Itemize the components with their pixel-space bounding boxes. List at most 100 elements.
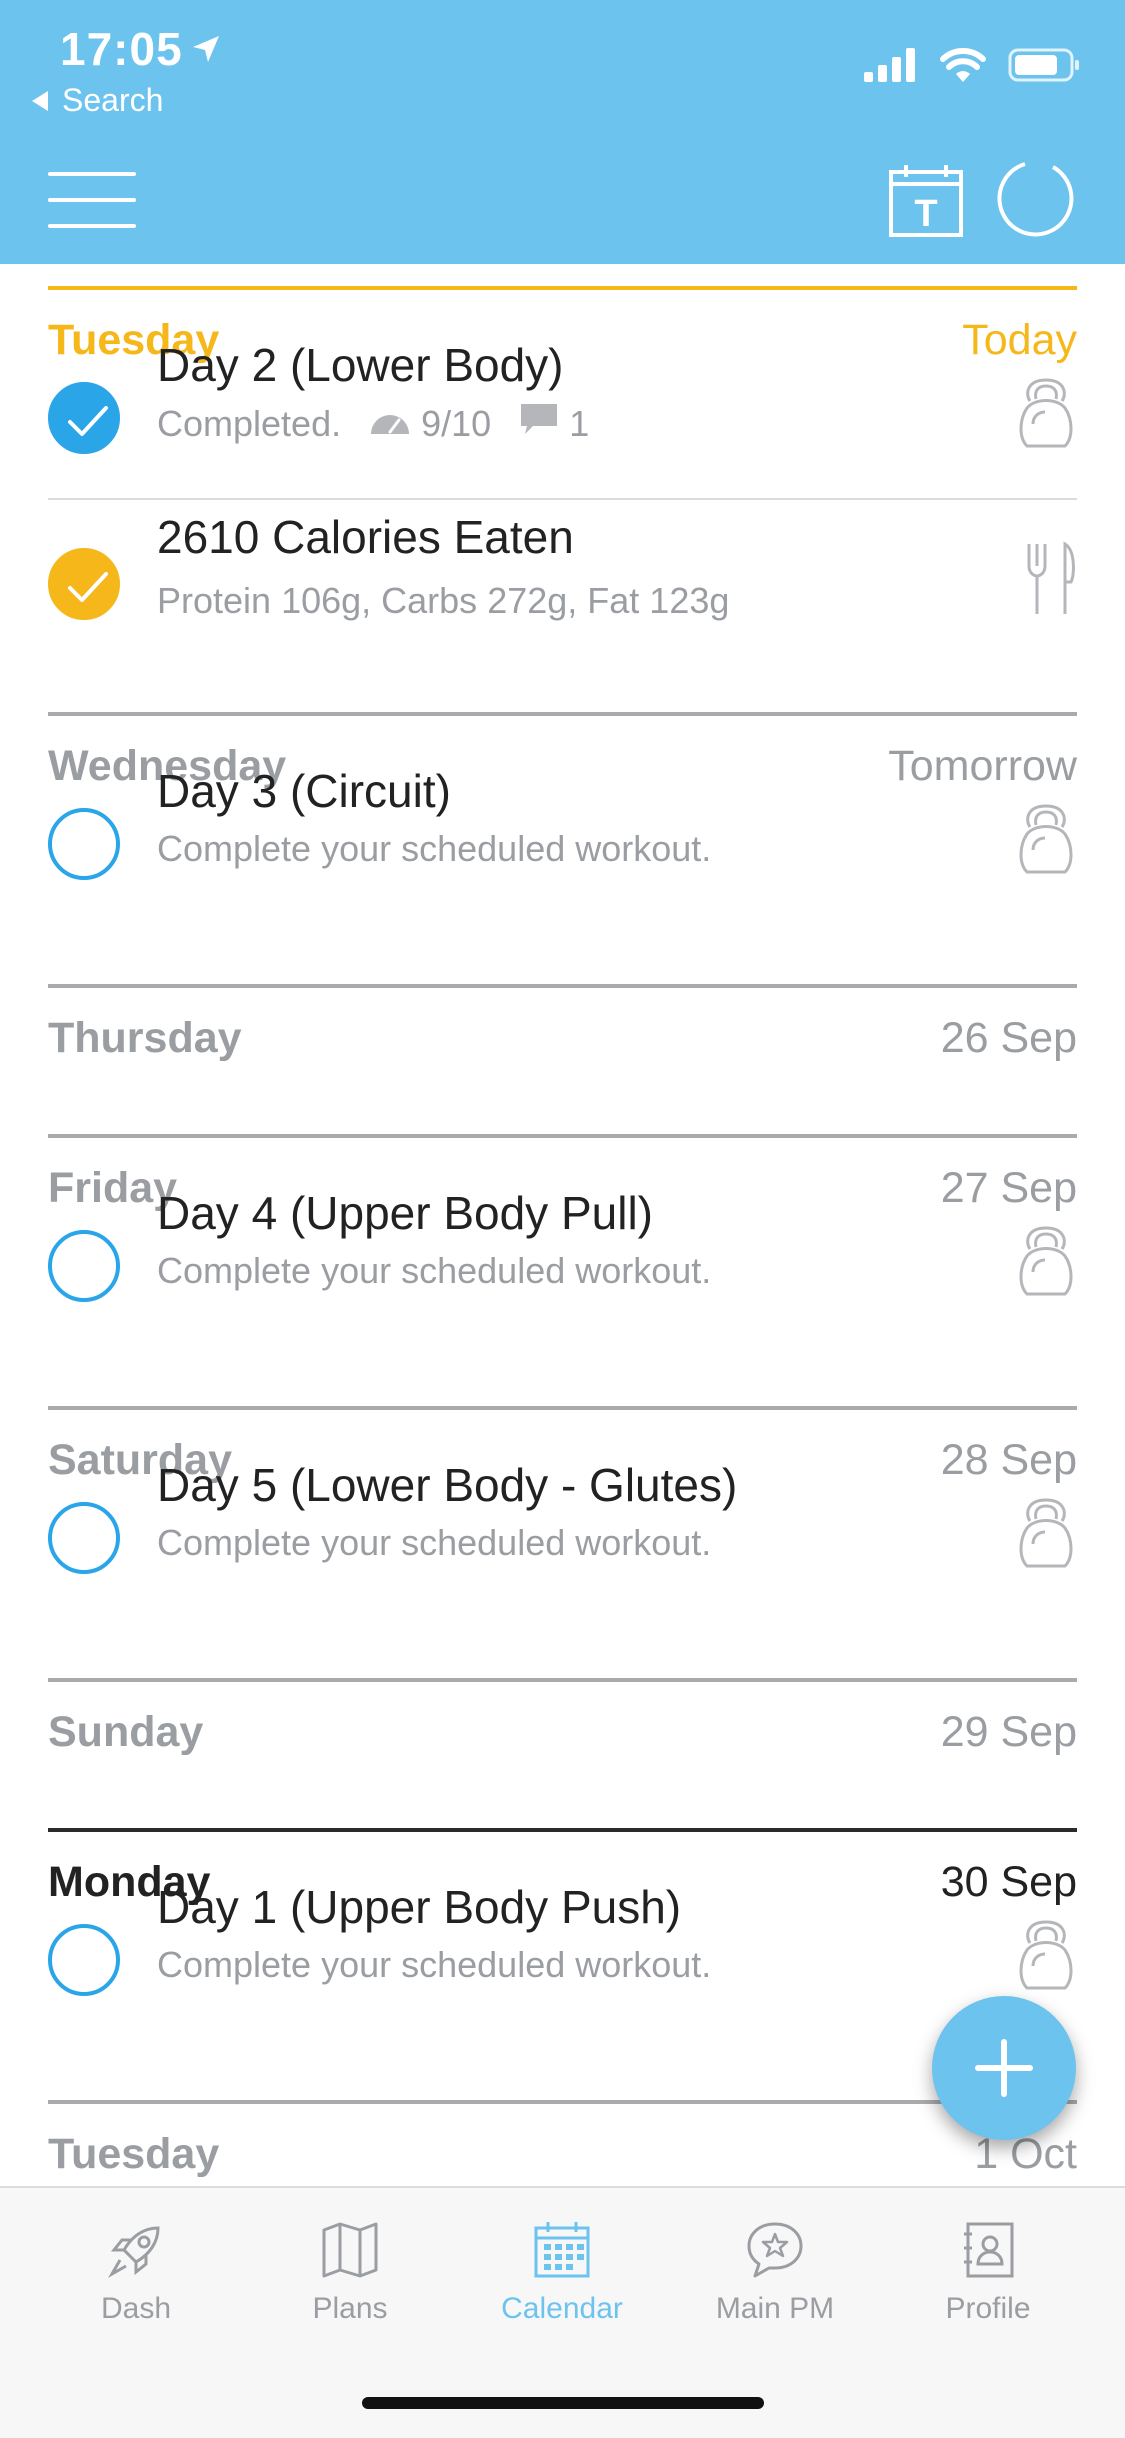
status-time-text: 17:05	[60, 23, 183, 75]
item-title: Day 5 (Lower Body - Glutes)	[157, 1459, 738, 1511]
completed-check-circle[interactable]	[48, 548, 120, 620]
calendar-today-icon: T	[889, 165, 963, 237]
location-arrow-icon	[192, 36, 219, 62]
back-to-search[interactable]: Search	[30, 82, 163, 119]
item-subtitle-row: Protein 106g, Carbs 272g, Fat 123g	[157, 580, 729, 622]
complete-toggle-circle[interactable]	[48, 808, 120, 880]
wifi-icon	[940, 48, 986, 82]
item-subtitle-row: Complete your scheduled workout.	[157, 1522, 711, 1564]
comment-count: 1	[569, 402, 590, 444]
tab-main-pm[interactable]: Main PM	[695, 2218, 855, 2326]
battery-icon	[1008, 48, 1079, 82]
tab-label: Plans	[312, 2292, 388, 2325]
day-header: Sunday 29 Sep	[48, 1682, 1077, 1782]
calendar-item[interactable]: Day 5 (Lower Body - Glutes) Complete your…	[48, 1459, 1077, 1618]
day-header: Thursday 26 Sep	[48, 988, 1077, 1088]
plus-icon	[975, 2039, 1033, 2097]
kettlebell-icon	[1015, 1496, 1077, 1575]
kettlebell-icon	[1015, 802, 1077, 881]
day-section: Tuesday Today Day 2 (Lower Body) Completed.…	[48, 264, 1077, 712]
day-section: Wednesday Tomorrow Day 3 (Circuit) Complete…	[48, 712, 1077, 984]
complete-toggle-circle[interactable]	[48, 1924, 120, 1996]
day-section: Tuesday 1 Oct	[48, 2100, 1077, 2186]
back-triangle-icon	[32, 90, 48, 111]
day-section: Monday 30 Sep Day 1 (Upper Body Push) Compl…	[48, 1828, 1077, 2100]
menu-line-bottom	[48, 224, 136, 228]
item-subtitle: Complete your scheduled workout.	[157, 1522, 712, 1563]
rating-value: 9/10	[421, 402, 492, 444]
refresh-icon	[997, 162, 1074, 237]
calendar-item[interactable]: 2610 Calories Eaten Protein 106g, Carbs 2…	[48, 500, 1077, 668]
profile-book-icon	[908, 2218, 1068, 2282]
status-time: 17:05	[60, 22, 221, 76]
menu-line-top	[48, 172, 136, 176]
item-subtitle-row: Complete your scheduled workout.	[157, 1944, 711, 1986]
item-subtitle-row: Complete your scheduled workout.	[157, 1250, 711, 1292]
gauge-icon	[369, 403, 411, 445]
day-section: Saturday 28 Sep Day 5 (Lower Body - Glutes…	[48, 1406, 1077, 1678]
menu-button[interactable]	[48, 172, 136, 228]
item-title: Day 1 (Upper Body Push)	[157, 1881, 682, 1933]
item-title: Day 2 (Lower Body)	[157, 339, 564, 391]
tab-profile[interactable]: Profile	[908, 2218, 1068, 2326]
item-title: Day 3 (Circuit)	[157, 765, 451, 817]
kettlebell-icon	[1015, 376, 1077, 455]
calendar-icon	[482, 2218, 642, 2282]
day-section: Friday 27 Sep Day 4 (Upper Body Pull) Compl…	[48, 1134, 1077, 1406]
tab-dash[interactable]: Dash	[56, 2218, 216, 2326]
check-icon	[68, 572, 108, 602]
tab-label: Main PM	[715, 2292, 835, 2325]
day-section: Thursday 26 Sep	[48, 984, 1077, 1134]
today-letter: T	[914, 193, 937, 235]
comments-meta: 1	[519, 402, 589, 445]
day-name: Thursday	[48, 1014, 242, 1062]
item-subtitle-row: Complete your scheduled workout.	[157, 828, 711, 870]
day-date: 28 Sep	[940, 1436, 1077, 1484]
day-name: Sunday	[48, 1708, 204, 1756]
app-header: 17:05 Search T	[0, 0, 1125, 264]
complete-toggle-circle[interactable]	[48, 1230, 120, 1302]
item-subtitle: Completed.	[157, 402, 342, 444]
day-name: Tuesday	[48, 2130, 220, 2178]
back-search-label: Search	[62, 82, 164, 118]
empty-day-spacer	[48, 1782, 1077, 1828]
chat-star-icon	[695, 2218, 855, 2282]
calendar-item[interactable]: Day 2 (Lower Body) Completed. 9/10 1	[48, 339, 1077, 498]
check-icon	[68, 406, 108, 436]
tab-label: Calendar	[501, 2292, 623, 2325]
day-section: Sunday 29 Sep	[48, 1678, 1077, 1828]
rocket-icon	[56, 2218, 216, 2282]
refresh-button[interactable]	[995, 158, 1075, 243]
menu-line-middle	[48, 198, 136, 202]
calendar-item[interactable]: Day 3 (Circuit) Complete your scheduled w…	[48, 765, 1077, 924]
fork-knife-icon	[1025, 540, 1077, 623]
completed-check-circle[interactable]	[48, 382, 120, 454]
day-date: 27 Sep	[940, 1164, 1077, 1212]
item-title: 2610 Calories Eaten	[157, 511, 574, 563]
rating-meta: 9/10	[369, 403, 491, 445]
calendar-item[interactable]: Day 1 (Upper Body Push) Complete your sch…	[48, 1881, 1077, 2040]
section-bottom-space	[48, 2040, 1077, 2100]
section-bottom-space	[48, 924, 1077, 984]
add-button[interactable]	[932, 1996, 1076, 2140]
map-icon	[270, 2218, 430, 2282]
section-bottom-space	[48, 668, 1077, 712]
kettlebell-icon	[1015, 1224, 1077, 1303]
item-subtitle: Protein 106g, Carbs 272g, Fat 123g	[157, 580, 730, 621]
item-subtitle: Complete your scheduled workout.	[157, 1944, 712, 1985]
calendar-list[interactable]: Tuesday Today Day 2 (Lower Body) Completed.…	[0, 264, 1125, 2186]
item-subtitle-row: Completed. 9/10 1	[157, 402, 589, 445]
calendar-item[interactable]: Day 4 (Upper Body Pull) Complete your sch…	[48, 1187, 1077, 1346]
today-calendar-button[interactable]: T	[888, 162, 964, 243]
tab-label: Profile	[945, 2292, 1031, 2325]
tab-plans[interactable]: Plans	[270, 2218, 430, 2326]
signal-icon	[864, 48, 915, 82]
complete-toggle-circle[interactable]	[48, 1502, 120, 1574]
kettlebell-icon	[1015, 1918, 1077, 1997]
tab-label: Dash	[100, 2292, 172, 2325]
item-subtitle: Complete your scheduled workout.	[157, 828, 712, 869]
empty-day-spacer	[48, 1088, 1077, 1134]
tab-calendar[interactable]: Calendar	[482, 2218, 642, 2326]
item-subtitle: Complete your scheduled workout.	[157, 1250, 712, 1291]
section-bottom-space	[48, 1346, 1077, 1406]
